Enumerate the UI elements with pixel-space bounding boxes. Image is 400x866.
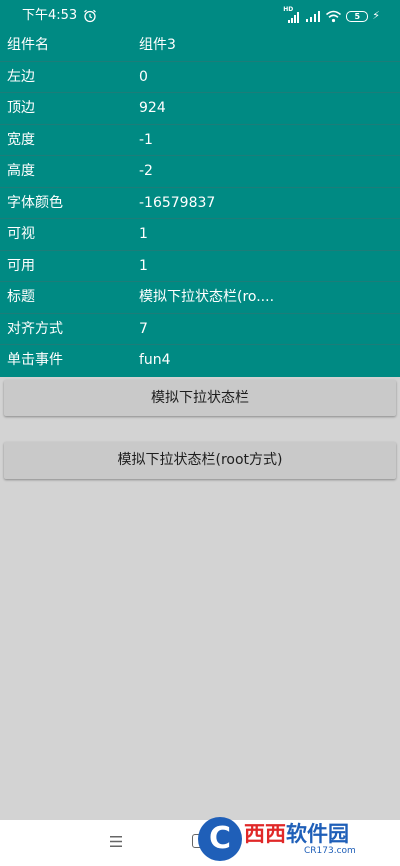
property-name: 可视	[7, 226, 35, 243]
property-name: 顶边	[7, 100, 35, 117]
property-name: 可用	[7, 257, 35, 274]
signal-icon: HD	[283, 6, 301, 23]
property-row: 宽度 -1	[0, 125, 400, 157]
property-value: 7	[139, 320, 148, 337]
property-row: 高度 -2	[0, 156, 400, 188]
property-row: 组件名 组件3	[0, 30, 400, 62]
alarm-icon	[84, 9, 96, 23]
watermark-part-a: 西西	[244, 821, 286, 846]
property-value: 组件3	[139, 37, 176, 53]
property-value: 模拟下拉状态栏(ro....	[139, 289, 275, 306]
property-row: 左边 0	[0, 62, 400, 94]
property-value: -1	[139, 131, 153, 148]
property-name: 字体颜色	[7, 194, 63, 211]
property-value: -16579837	[139, 194, 216, 211]
watermark-text: 西西 软件园 CR173.com	[244, 822, 356, 857]
property-name: 左边	[7, 68, 35, 85]
property-value: -2	[139, 163, 153, 180]
watermark-part-b: 软件园	[286, 821, 349, 846]
wifi-icon	[326, 10, 342, 23]
watermark-logo: C 西西 软件园 CR173.com	[198, 815, 388, 863]
properties-table: 组件名 组件3 左边 0 顶边 924 宽度 -1 高度 -2 字体颜色 -16…	[0, 30, 400, 377]
property-name: 宽度	[7, 131, 35, 148]
property-row: 可视 1	[0, 219, 400, 251]
status-icons: HD 5 ⚡	[283, 6, 380, 24]
status-time: 下午4:53	[22, 8, 78, 23]
watermark-badge: C	[198, 817, 242, 861]
property-row: 单击事件 fun4	[0, 345, 400, 377]
property-name: 组件名	[7, 37, 49, 53]
property-value: 924	[139, 100, 166, 117]
signal-icon	[306, 11, 321, 22]
status-bar: 下午4:53 HD 5 ⚡	[0, 0, 400, 30]
property-row: 字体颜色 -16579837	[0, 188, 400, 220]
property-row: 标题 模拟下拉状态栏(ro....	[0, 282, 400, 314]
charging-icon: ⚡	[372, 9, 380, 22]
network-tag: HD	[283, 6, 294, 13]
property-row: 可用 1	[0, 251, 400, 283]
property-name: 单击事件	[7, 352, 63, 369]
property-value: 1	[139, 226, 148, 243]
property-row: 顶边 924	[0, 93, 400, 125]
menu-icon[interactable]	[110, 836, 122, 847]
battery-icon: 5	[346, 10, 369, 22]
property-row: 对齐方式 7	[0, 314, 400, 346]
property-name: 标题	[7, 289, 35, 306]
pull-down-status-bar-root-button[interactable]: 模拟下拉状态栏(root方式)	[4, 442, 396, 479]
property-value: 0	[139, 68, 148, 85]
property-value: 1	[139, 257, 148, 274]
property-value: fun4	[139, 352, 171, 369]
property-name: 高度	[7, 163, 35, 180]
pull-down-status-bar-button[interactable]: 模拟下拉状态栏	[4, 380, 396, 416]
property-name: 对齐方式	[7, 320, 63, 337]
watermark-sub: CR173.com	[304, 845, 356, 856]
